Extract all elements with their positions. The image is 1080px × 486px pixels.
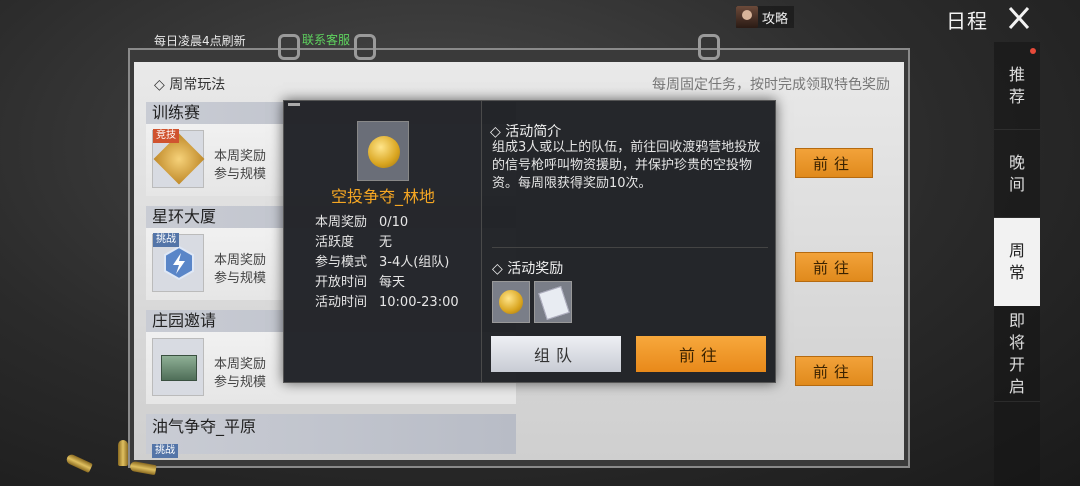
section-title: ◇ 周常玩法 <box>154 77 226 93</box>
tab-recommend[interactable]: 推 荐 <box>994 42 1040 130</box>
card-scale-label: 参与规模 <box>214 271 267 286</box>
popup-go-button[interactable]: 前往 <box>636 336 766 372</box>
reward-coin-icon[interactable] <box>492 281 530 323</box>
info-row: 活动时间 10:00-23:00 <box>315 293 459 313</box>
tab-upcoming[interactable]: 即 将 开 启 <box>994 306 1040 402</box>
info-key: 参与模式 <box>315 255 368 270</box>
card-scale-label: 参与规模 <box>214 167 267 182</box>
refresh-note: 每日凌晨4点刷新 <box>154 34 246 48</box>
guide-label: 攻略 <box>762 11 789 27</box>
activity-badge: 挑战 <box>153 233 179 247</box>
tab-label: 间 <box>1008 174 1025 194</box>
activity-detail-popup: 空投争夺_林地 本周奖励 0/10 活跃度 无 参与模式 3-4人(组队) 开放… <box>283 100 776 383</box>
notification-dot <box>1030 48 1036 54</box>
page-title: 日程 <box>946 9 988 33</box>
tab-label: 荐 <box>1008 86 1025 106</box>
activity-badge: 挑战 <box>152 444 178 458</box>
go-button[interactable]: 前往 <box>795 148 873 178</box>
binder-ring <box>698 34 720 60</box>
section-note: 每周固定任务，按时完成领取特色奖励 <box>652 77 890 93</box>
info-value: 每天 <box>379 275 406 290</box>
go-button[interactable]: 前往 <box>795 356 873 386</box>
tab-label: 晚 <box>1008 152 1025 172</box>
popup-divider <box>492 247 768 248</box>
bullet-decoration <box>65 452 93 474</box>
info-value: 10:00-23:00 <box>379 295 459 310</box>
popup-info-table: 本周奖励 0/10 活跃度 无 参与模式 3-4人(组队) 开放时间 每天 活动… <box>315 213 459 313</box>
tab-label: 常 <box>1008 262 1025 282</box>
description-text: 组成3人或以上的队伍，前往回收渡鸦营地投放的信号枪呼叫物资援助，并保护珍贵的空投… <box>492 140 761 191</box>
guide-button[interactable]: 攻略 <box>736 6 795 28</box>
info-key: 本周奖励 <box>315 215 368 230</box>
support-link[interactable]: 联系客服 <box>302 31 350 48</box>
info-row: 开放时间 每天 <box>315 273 459 293</box>
airdrop-coin-icon <box>357 121 409 181</box>
team-up-button[interactable]: 组队 <box>491 336 621 372</box>
guide-avatar-icon <box>736 6 758 28</box>
side-tab-bar: 推 荐 晚 间 周 常 即 将 开 启 <box>994 42 1040 486</box>
activity-card[interactable]: 油气争夺_平原 挑战 <box>146 414 516 458</box>
info-value: 3-4人(组队) <box>379 255 450 270</box>
tab-label: 推 <box>1008 64 1025 84</box>
card-reward-label: 本周奖励 <box>214 149 267 164</box>
tab-weekly[interactable]: 周 常 <box>994 218 1040 306</box>
tab-label: 启 <box>1008 376 1025 396</box>
tab-label: 即 <box>1008 310 1025 330</box>
crate-icon <box>152 338 204 396</box>
card-scale-label: 参与规模 <box>214 375 267 390</box>
tab-label: 开 <box>1008 354 1025 374</box>
activity-badge: 竞技 <box>153 129 179 143</box>
info-key: 活跃度 <box>315 235 355 250</box>
popup-info-panel: 空投争夺_林地 本周奖励 0/10 活跃度 无 参与模式 3-4人(组队) 开放… <box>284 101 482 382</box>
popup-title: 空投争夺_林地 <box>330 187 435 206</box>
info-row: 活跃度 无 <box>315 233 459 253</box>
reward-document-icon[interactable] <box>534 281 572 323</box>
close-icon[interactable] <box>1004 4 1034 32</box>
tab-label: 将 <box>1008 332 1025 352</box>
card-reward-label: 本周奖励 <box>214 357 267 372</box>
popup-corner-mark <box>288 103 300 106</box>
info-row: 本周奖励 0/10 <box>315 213 459 233</box>
go-button[interactable]: 前往 <box>795 252 873 282</box>
tab-evening[interactable]: 晚 间 <box>994 130 1040 218</box>
info-value: 无 <box>379 235 393 250</box>
info-value: 0/10 <box>379 215 409 230</box>
reward-heading: ◇ 活动奖励 <box>492 261 564 277</box>
info-key: 活动时间 <box>315 295 368 310</box>
bullet-decoration <box>118 440 128 466</box>
trophy-icon: 竞技 <box>152 129 205 188</box>
tab-label: 周 <box>1008 240 1025 260</box>
activity-name: 油气争夺_平原 <box>146 414 516 440</box>
info-row: 参与模式 3-4人(组队) <box>315 253 459 273</box>
binder-ring <box>278 34 300 60</box>
binder-ring <box>354 34 376 60</box>
info-key: 开放时间 <box>315 275 368 290</box>
description-heading: ◇ 活动简介 <box>490 124 562 140</box>
lightning-icon: 挑战 <box>152 233 204 292</box>
card-reward-label: 本周奖励 <box>214 253 267 268</box>
